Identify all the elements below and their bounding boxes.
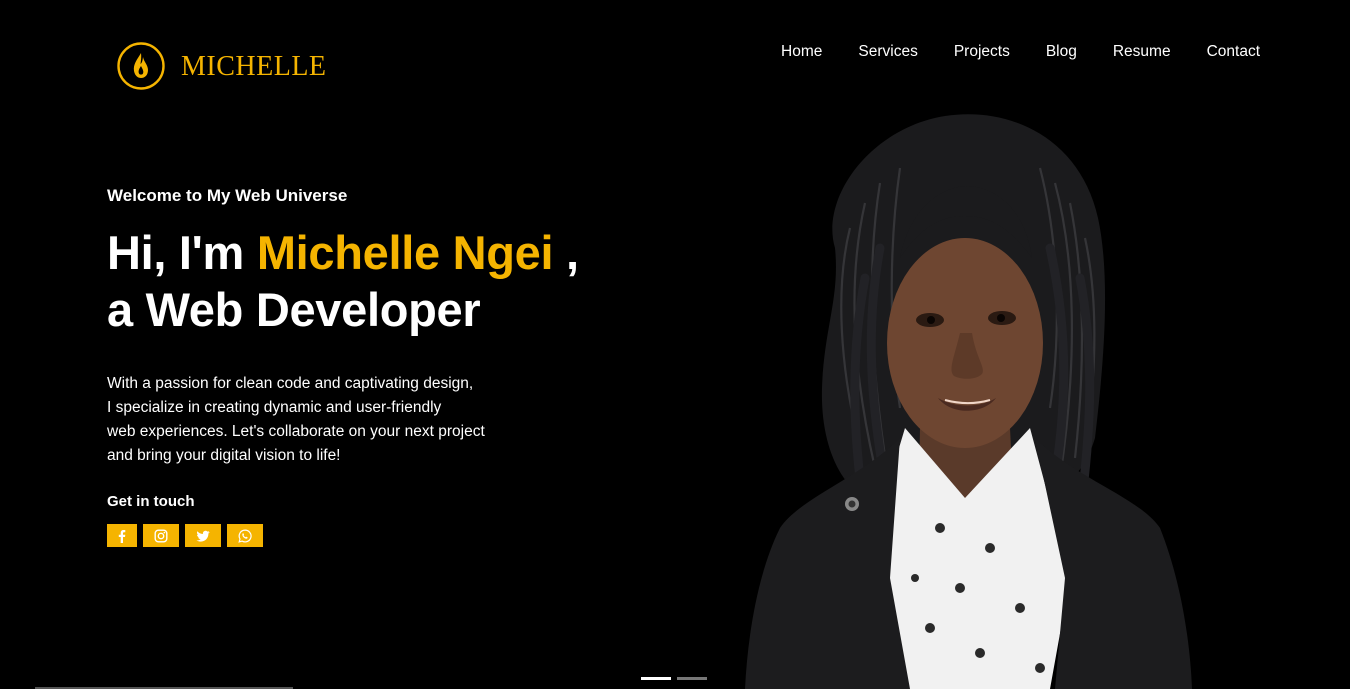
intro-line: I specialize in creating dynamic and use… (107, 399, 442, 416)
social-links (107, 524, 707, 547)
hero-greeting: Hi, I'm (107, 226, 257, 279)
nav-resume[interactable]: Resume (1113, 42, 1171, 62)
hero-role: a Web Developer (107, 283, 481, 336)
instagram-button[interactable] (143, 524, 179, 547)
main-nav: Home Services Projects Blog Resume Conta… (745, 42, 1260, 62)
hero-section: Welcome to My Web Universe Hi, I'm Miche… (107, 186, 707, 547)
intro-line: web experiences. Let's collaborate on yo… (107, 423, 485, 440)
get-in-touch-heading: Get in touch (107, 493, 195, 510)
home-page: MICHELLE Home Services Projects Blog Res… (0, 0, 1350, 689)
intro-line: and bring your digital vision to life! (107, 447, 341, 464)
brand-name: MICHELLE (181, 51, 327, 82)
nav-blog[interactable]: Blog (1046, 42, 1077, 62)
nav-services[interactable]: Services (858, 42, 917, 62)
twitter-icon (196, 530, 210, 542)
slider-indicators (641, 677, 707, 680)
instagram-icon (154, 529, 168, 543)
slide-indicator-1[interactable] (641, 677, 671, 680)
hero-name: Michelle Ngei (256, 226, 554, 279)
whatsapp-button[interactable] (227, 524, 263, 547)
twitter-button[interactable] (185, 524, 221, 547)
hero-comma: , (553, 226, 579, 279)
profile-photo (745, 114, 1192, 689)
nav-projects[interactable]: Projects (954, 42, 1010, 62)
flame-icon (117, 42, 165, 90)
hero-intro: With a passion for clean code and captiv… (107, 372, 527, 468)
facebook-button[interactable] (107, 524, 137, 547)
hero-headline: Hi, I'm Michelle Ngei , a Web Developer (107, 224, 707, 338)
nav-contact[interactable]: Contact (1207, 42, 1260, 62)
intro-line: With a passion for clean code and captiv… (107, 375, 474, 392)
whatsapp-icon (238, 528, 252, 543)
slide-indicator-2[interactable] (677, 677, 707, 680)
nav-home[interactable]: Home (781, 42, 822, 62)
hero-eyebrow: Welcome to My Web Universe (107, 186, 348, 205)
brand-logo[interactable]: MICHELLE (117, 42, 327, 90)
facebook-icon (118, 529, 126, 543)
